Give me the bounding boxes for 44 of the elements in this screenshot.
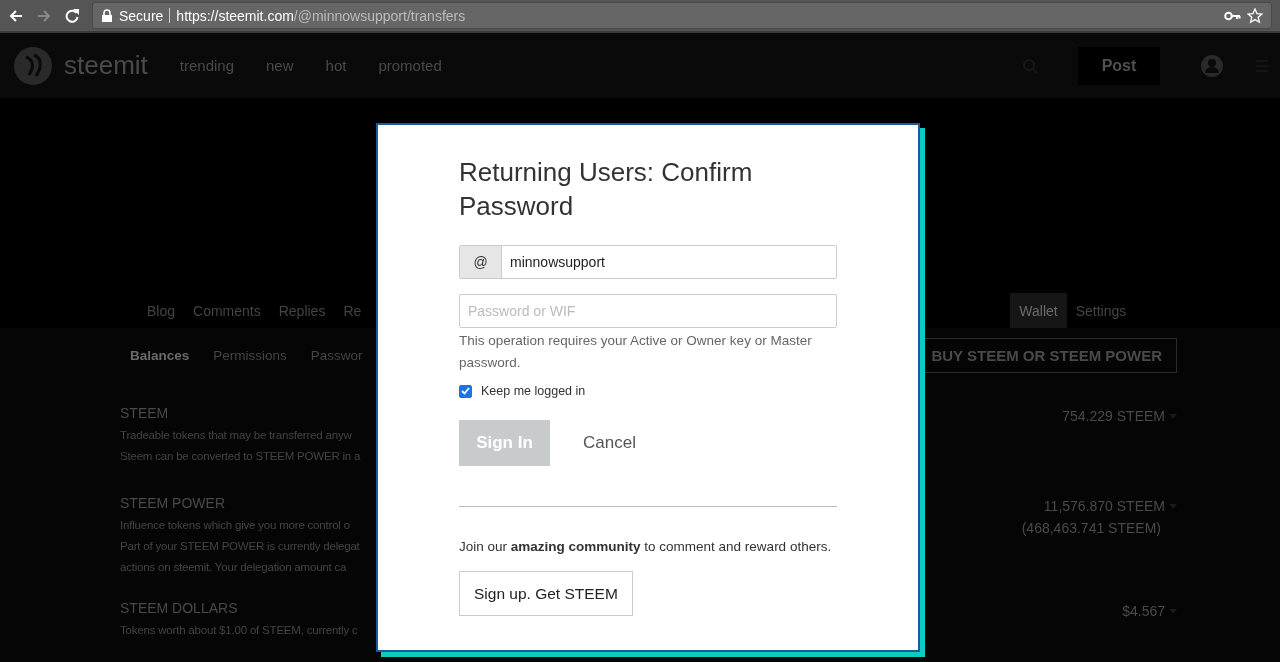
nav-link[interactable]: hot: [325, 57, 347, 74]
section-tab[interactable]: Permissions: [205, 348, 295, 363]
secure-label: Secure: [119, 7, 164, 24]
balance-amount[interactable]: 11,576.870 STEEM: [1043, 495, 1165, 517]
profile-tab[interactable]: Wallet: [1010, 293, 1067, 328]
balance-amount: (468,463.741 STEEM): [1021, 519, 1161, 538]
profile-tab[interactable]: Re: [334, 293, 364, 328]
nav-link[interactable]: promoted: [378, 57, 442, 74]
username-field[interactable]: @ minnowsupport: [459, 245, 837, 279]
balance-amount[interactable]: 754.229 STEEM: [1062, 405, 1165, 427]
section-tab[interactable]: Balances: [122, 348, 198, 363]
lock-icon: [101, 8, 113, 23]
checkbox[interactable]: [459, 384, 472, 398]
profile-tab[interactable]: Blog: [138, 293, 185, 328]
logo-text[interactable]: steemit: [64, 50, 148, 81]
logo-icon: [12, 44, 54, 87]
avatar-icon[interactable]: [1200, 53, 1224, 78]
key-icon[interactable]: [1224, 9, 1241, 22]
nav-link[interactable]: new: [266, 57, 294, 74]
address-bar[interactable]: Secure https://steemit.com/@minnowsupport/transfers: [92, 2, 1272, 29]
forward-icon[interactable]: [36, 7, 52, 24]
balance-title: STEEM: [120, 405, 170, 421]
checkbox-label[interactable]: Keep me logged in: [481, 384, 586, 398]
balance-description: Tradeable tokens that may be transferred anyw: [120, 428, 353, 443]
balance-description: actions on steemit. Your delegation amount ca: [120, 560, 348, 575]
balance-title: STEEM DOLLARS: [120, 600, 239, 616]
balance-amount[interactable]: $4.567: [1122, 600, 1165, 622]
nav-link[interactable]: trending: [179, 57, 235, 74]
profile-tab[interactable]: Comments: [184, 293, 270, 328]
section-tab[interactable]: Passwor: [302, 348, 371, 363]
modal-title: Returning Users: Confirm Password: [459, 156, 754, 223]
cancel-button[interactable]: Cancel: [583, 433, 636, 453]
password-field[interactable]: Password or WIF: [459, 294, 837, 328]
signup-button[interactable]: Sign up. Get STEEM: [459, 571, 633, 616]
post-button[interactable]: Post: [1078, 46, 1160, 85]
reload-icon[interactable]: [64, 7, 80, 24]
help-text: This operation requires your Active or Owner key or Master password.: [459, 332, 813, 372]
star-icon[interactable]: [1247, 7, 1263, 24]
join-text: Join our amazing community to comment and reward others.: [459, 539, 833, 554]
back-icon[interactable]: [8, 7, 24, 24]
balance-title: STEEM POWER: [120, 495, 226, 511]
profile-tab[interactable]: Replies: [269, 293, 335, 328]
url-text: https://steemit.com/@minnowsupport/transfers: [176, 7, 466, 24]
profile-tab[interactable]: Settings: [1066, 293, 1136, 328]
